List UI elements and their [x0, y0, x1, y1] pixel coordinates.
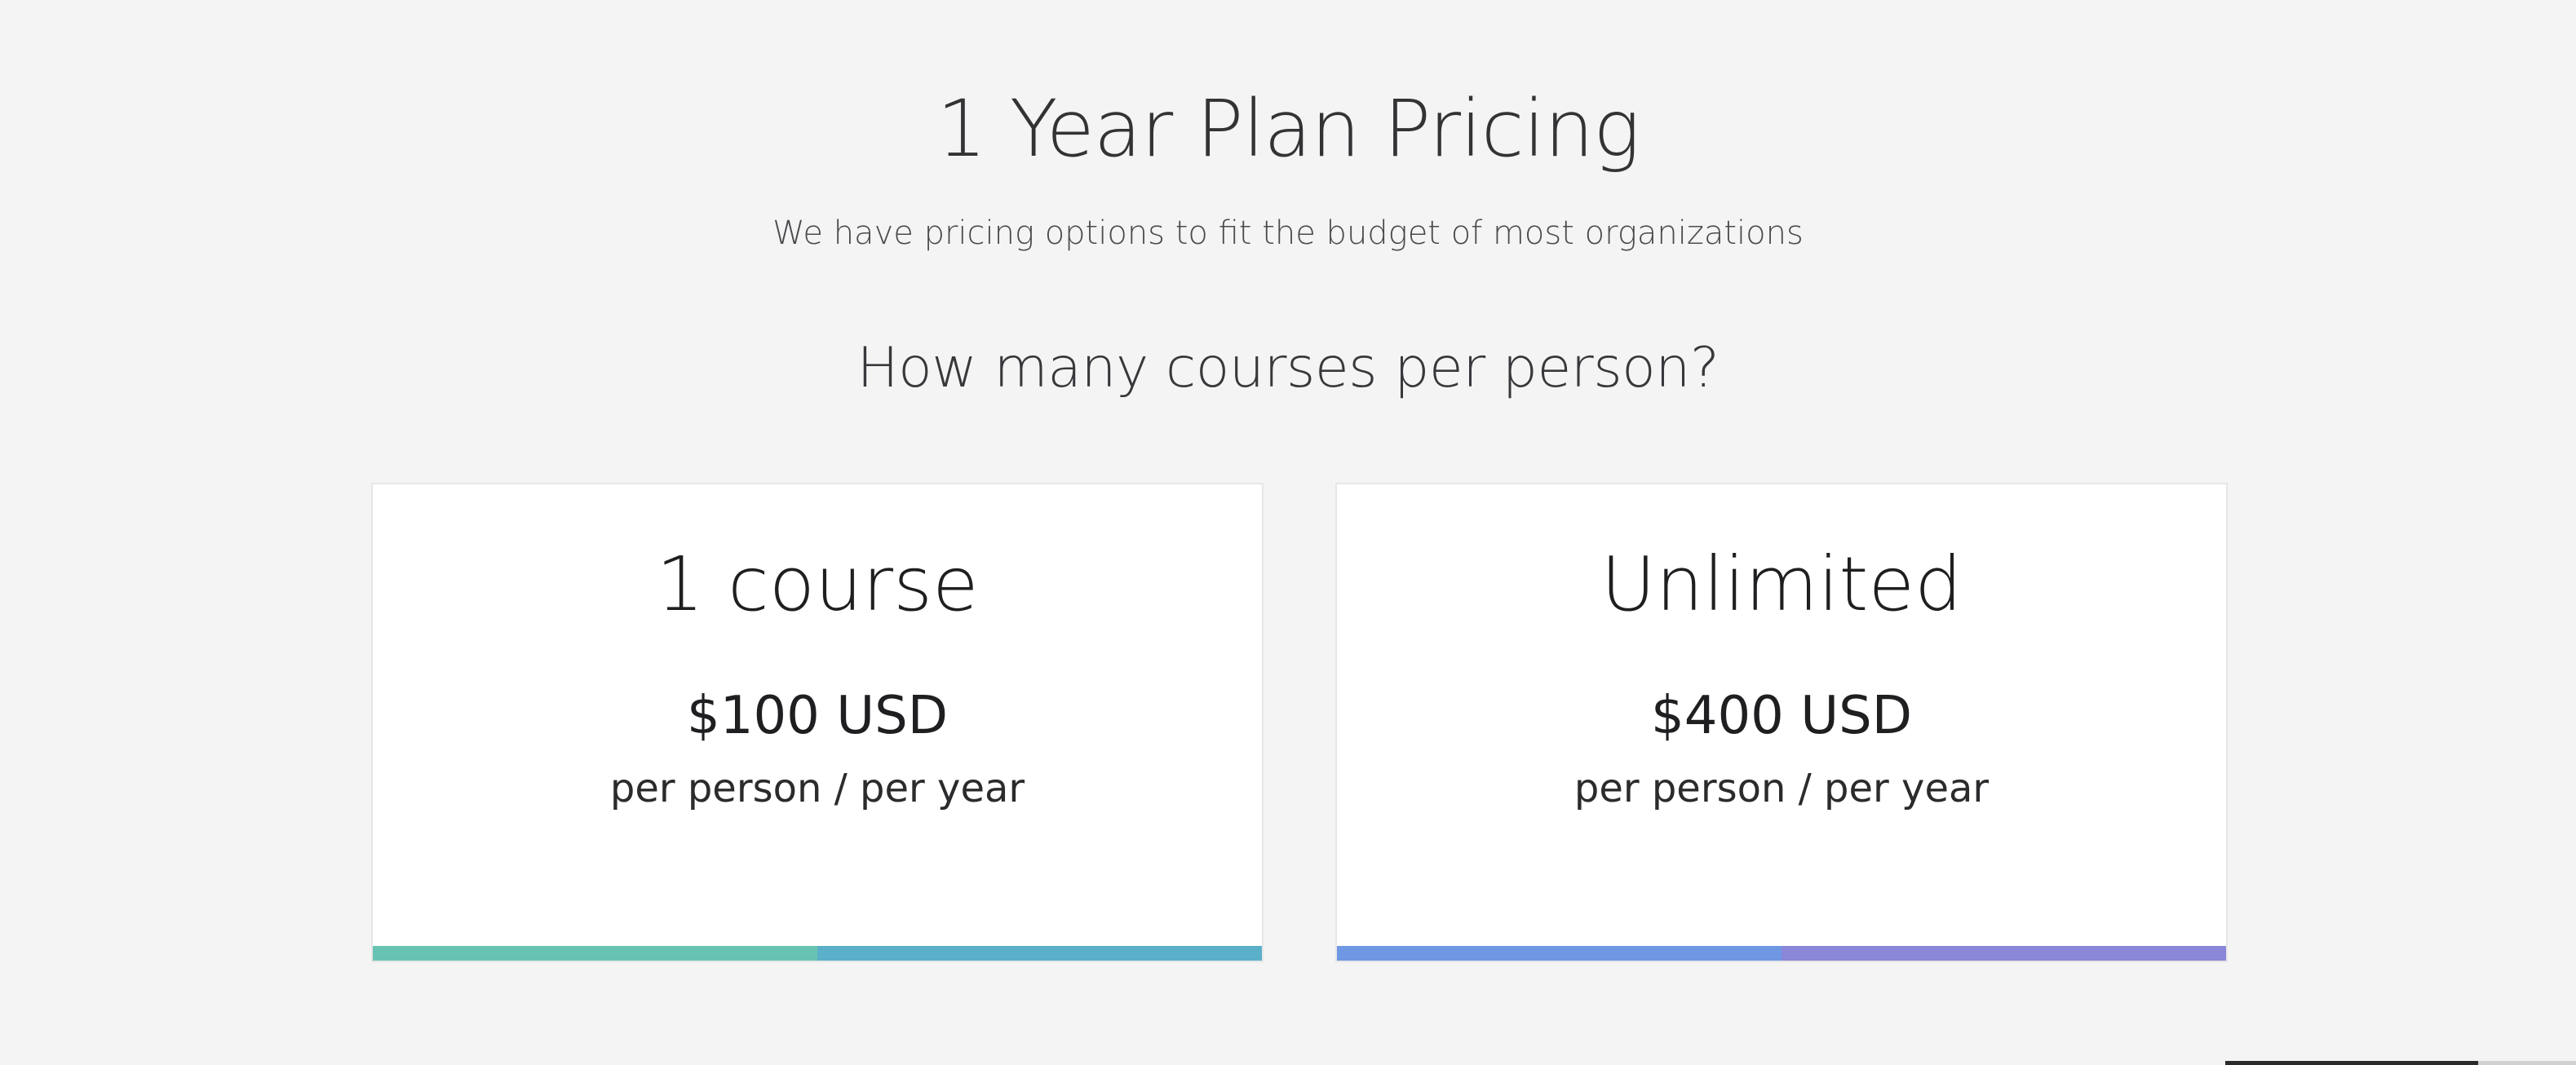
- plan-price: $100 USD: [687, 686, 948, 746]
- accent-bar-left: [373, 946, 817, 961]
- accent-bar-right: [817, 946, 1262, 961]
- plan-price: $400 USD: [1651, 686, 1912, 746]
- corner-divider-dark: [2225, 1061, 2478, 1065]
- plan-card-1-course[interactable]: 1 course $100 USD per person / per year: [371, 483, 1264, 962]
- plan-price-unit: per person / per year: [609, 766, 1025, 811]
- plan-price-unit: per person / per year: [1573, 766, 1990, 811]
- accent-bar-right: [1782, 946, 2226, 961]
- accent-bar-left: [1337, 946, 1782, 961]
- corner-divider-light: [2478, 1061, 2576, 1065]
- plan-card-unlimited[interactable]: Unlimited $400 USD per person / per year: [1335, 483, 2228, 962]
- page-title: 1 Year Plan Pricing: [936, 83, 1640, 175]
- plan-name: 1 course: [656, 541, 979, 628]
- corner-divider: [2225, 1061, 2576, 1065]
- courses-question: How many courses per person?: [856, 336, 1720, 400]
- plan-accent-bar: [373, 946, 1262, 961]
- pricing-page: 1 Year Plan Pricing We have pricing opti…: [0, 0, 2576, 1065]
- plan-name: Unlimited: [1600, 541, 1963, 628]
- plan-accent-bar: [1337, 946, 2226, 961]
- page-subtitle: We have pricing options to fit the budge…: [772, 214, 1804, 252]
